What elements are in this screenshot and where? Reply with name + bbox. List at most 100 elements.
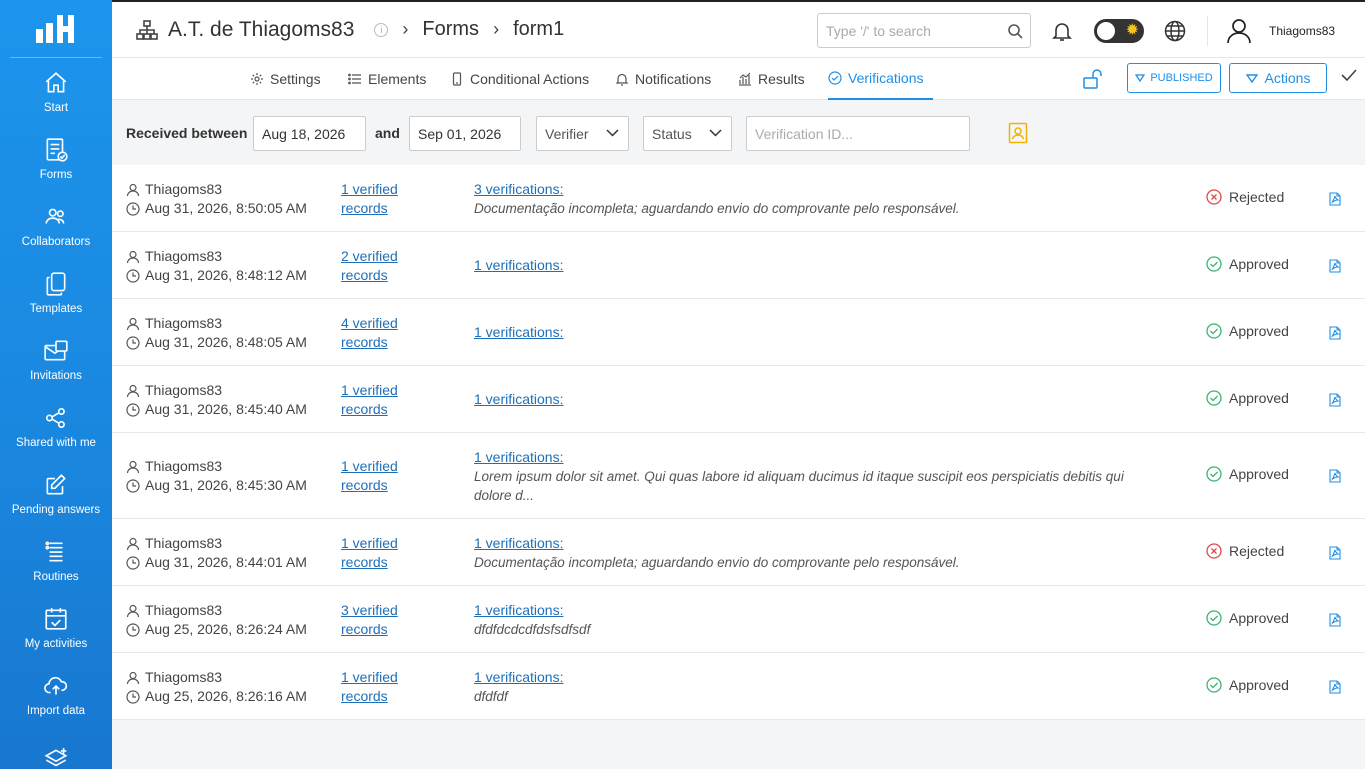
verified-records-link[interactable]: 3 verified records (341, 601, 421, 639)
verified-records-link[interactable]: 1 verified records (341, 180, 421, 218)
verified-records-link[interactable]: 1 verified records (341, 381, 421, 419)
bell-icon (615, 73, 629, 86)
sidebar-item-label: Templates (29, 302, 83, 315)
check-icon[interactable] (1341, 68, 1357, 82)
pdf-icon[interactable] (1329, 469, 1341, 483)
record-user: Thiagoms83 (145, 181, 223, 197)
sidebar-item-routines[interactable]: Routines (0, 527, 112, 594)
contact-card-icon[interactable] (1008, 122, 1028, 144)
sidebar-item-label: Forms (39, 168, 73, 181)
verifications-link[interactable]: 1 verifications: (474, 448, 1164, 467)
record-user: Thiagoms83 (145, 315, 223, 331)
sidebar-item-shared-with-me[interactable]: Shared with me (0, 393, 112, 460)
tab-notifications[interactable]: Notifications (615, 58, 711, 100)
pdf-icon[interactable] (1329, 680, 1341, 694)
tab-conditional-actions[interactable]: Conditional Actions (450, 58, 589, 100)
approved-icon (1206, 390, 1222, 406)
clock-icon (126, 622, 140, 637)
clock-icon (126, 201, 140, 216)
pdf-icon[interactable] (1329, 326, 1341, 340)
verification-id-input[interactable]: Verification ID... (746, 116, 970, 151)
approved-icon (1206, 323, 1222, 339)
tab-elements[interactable]: Elements (348, 58, 426, 100)
workspace-name[interactable]: A.T. de Thiagoms83 (168, 18, 354, 42)
record-author: Thiagoms83 Aug 31, 2026, 8:45:30 AM (126, 457, 307, 495)
tab-settings[interactable]: Settings (250, 58, 321, 100)
verifications-link[interactable]: 1 verifications: (474, 390, 1164, 409)
forms-icon (46, 137, 68, 162)
rejected-icon (1206, 189, 1222, 205)
sidebar-item-start[interactable]: Start (0, 58, 112, 125)
chevron-down-icon (709, 129, 722, 137)
theme-toggle[interactable]: ✹ (1094, 19, 1144, 43)
verifications-link[interactable]: 3 verifications: (474, 180, 1164, 199)
date-from-input[interactable]: Aug 18, 2026 (253, 116, 366, 151)
verifications-cell: 1 verifications: dfdfdcdcdfdsfsdfsdf (474, 601, 1164, 639)
pdf-icon[interactable] (1329, 259, 1341, 273)
verified-records-link[interactable]: 4 verified records (341, 314, 421, 352)
published-button[interactable]: PUBLISHED (1127, 63, 1221, 93)
tab-verifications[interactable]: Verifications (828, 58, 934, 100)
pdf-icon[interactable] (1329, 393, 1341, 407)
sidebar-item-pending-answers[interactable]: Pending answers (0, 460, 112, 527)
share-icon (45, 407, 65, 428)
verified-records-link[interactable]: 1 verified records (341, 534, 421, 572)
table-row: Thiagoms83 Aug 31, 2026, 8:48:12 AM 2 veri… (112, 232, 1365, 299)
sidebar-item-forms[interactable]: Forms (0, 125, 112, 192)
actions-button[interactable]: Actions (1229, 63, 1327, 93)
status-select-label: Status (652, 125, 692, 142)
username[interactable]: Thiagoms83 (1269, 24, 1335, 38)
verifications-link[interactable]: 1 verifications: (474, 668, 1164, 687)
sidebar-item-my-activities[interactable]: My activities (0, 594, 112, 661)
user-avatar-icon[interactable] (1226, 18, 1252, 44)
crumb-forms[interactable]: Forms (422, 18, 479, 41)
app-root: Start Forms Collaborators Templates Invitati… (0, 0, 1365, 769)
table-row: Thiagoms83 Aug 31, 2026, 8:45:30 AM 1 veri… (112, 433, 1365, 519)
verifications-link[interactable]: 1 verifications: (474, 534, 1164, 553)
tab-label: Elements (368, 71, 427, 87)
globe-icon[interactable] (1164, 20, 1186, 42)
layers-icon (44, 747, 68, 766)
verifications-link[interactable]: 1 verifications: (474, 601, 1164, 620)
record-datetime: Aug 31, 2026, 8:45:30 AM (145, 477, 307, 493)
tab-results[interactable]: Results (738, 58, 805, 100)
verifications-link[interactable]: 1 verifications: (474, 323, 1164, 342)
verified-records-link[interactable]: 1 verified records (341, 668, 421, 706)
record-author: Thiagoms83 Aug 31, 2026, 8:45:40 AM (126, 381, 307, 419)
sidebar-item-import-data[interactable]: Import data (0, 661, 112, 728)
tab-label: Verifications (848, 70, 924, 86)
and-label: and (375, 125, 400, 141)
verifier-select[interactable]: Verifier (536, 116, 629, 151)
unlock-icon[interactable] (1082, 69, 1102, 89)
crumb-form[interactable]: form1 (513, 18, 564, 41)
tab-label: Results (758, 71, 805, 87)
record-author: Thiagoms83 Aug 31, 2026, 8:48:12 AM (126, 247, 307, 285)
bar-chart-icon (739, 72, 751, 86)
verified-records-link[interactable]: 1 verified records (341, 457, 421, 495)
clock-icon (126, 689, 140, 704)
date-to-input[interactable]: Sep 01, 2026 (409, 116, 521, 151)
verifications-link[interactable]: 1 verifications: (474, 256, 1164, 275)
verified-records-link[interactable]: 2 verified records (341, 247, 421, 285)
sidebar-item-templates[interactable]: Templates (0, 259, 112, 326)
table-row: Thiagoms83 Aug 31, 2026, 8:48:05 AM 4 veri… (112, 299, 1365, 366)
sidebar-item-more[interactable] (0, 728, 112, 769)
sidebar-item-collaborators[interactable]: Collaborators (0, 192, 112, 259)
actions-label: Actions (1264, 70, 1311, 86)
routines-icon (45, 540, 63, 561)
verifications-cell: 1 verifications: dfdfdf (474, 668, 1164, 706)
search-box[interactable] (817, 13, 1031, 48)
pdf-icon[interactable] (1329, 546, 1341, 560)
app-logo[interactable] (10, 0, 102, 58)
search-input[interactable] (826, 22, 1006, 39)
status-badge: Approved (1206, 323, 1289, 339)
search-icon[interactable] (1007, 23, 1023, 39)
pdf-icon[interactable] (1329, 192, 1341, 206)
info-icon[interactable]: i (374, 22, 389, 37)
clock-icon (126, 555, 140, 570)
notifications-bell-icon[interactable] (1051, 20, 1073, 42)
record-author: Thiagoms83 Aug 25, 2026, 8:26:16 AM (126, 668, 307, 706)
pdf-icon[interactable] (1329, 613, 1341, 627)
sidebar-item-invitations[interactable]: Invitations (0, 326, 112, 393)
status-select[interactable]: Status (643, 116, 732, 151)
